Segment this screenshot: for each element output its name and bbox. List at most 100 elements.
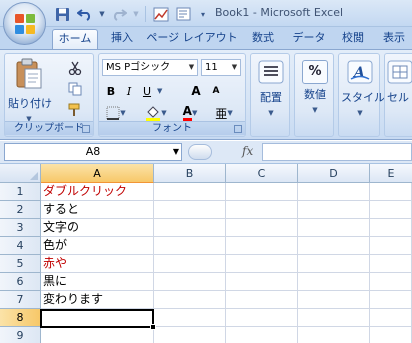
cell-d7[interactable] bbox=[298, 291, 370, 309]
row-header[interactable]: 8 bbox=[0, 309, 41, 327]
font-color-button[interactable]: A ▼ bbox=[175, 104, 205, 122]
cell-b9[interactable] bbox=[154, 327, 226, 343]
cell-e4[interactable] bbox=[370, 237, 412, 255]
shrink-font-button[interactable]: A bbox=[207, 82, 225, 100]
cells-button[interactable]: セル bbox=[387, 60, 412, 105]
office-button[interactable] bbox=[3, 2, 46, 45]
row-header[interactable]: 7 bbox=[0, 291, 41, 309]
cell-a2[interactable]: すると bbox=[41, 201, 154, 219]
row-header[interactable]: 9 bbox=[0, 327, 41, 343]
cell-d8[interactable] bbox=[298, 309, 370, 327]
form-icon[interactable] bbox=[174, 5, 194, 23]
tab-formulas[interactable]: 数式 bbox=[244, 29, 282, 49]
alignment-button[interactable]: 配置 ▼ bbox=[253, 60, 289, 118]
paste-button[interactable]: 貼り付け ▼ bbox=[8, 58, 52, 124]
tab-home[interactable]: ホーム bbox=[52, 29, 98, 49]
cell-d4[interactable] bbox=[298, 237, 370, 255]
cell-c5[interactable] bbox=[226, 255, 298, 273]
undo-icon[interactable] bbox=[75, 5, 95, 23]
borders-button[interactable]: ▼ bbox=[103, 104, 129, 122]
dialog-launcher-icon[interactable] bbox=[234, 125, 242, 133]
grow-font-button[interactable]: A bbox=[187, 82, 205, 100]
column-header-c[interactable]: C bbox=[226, 164, 298, 183]
customize-dropdown-icon[interactable]: ▾ bbox=[197, 5, 209, 23]
cell-b8[interactable] bbox=[154, 309, 226, 327]
phonetic-button[interactable]: 亜 ▼ bbox=[211, 104, 237, 122]
formula-bar-resize-handle[interactable] bbox=[188, 144, 212, 160]
copy-button[interactable] bbox=[65, 80, 85, 98]
row-header[interactable]: 1 bbox=[0, 183, 41, 201]
cell-a5[interactable]: 赤や bbox=[41, 255, 154, 273]
column-header-a[interactable]: A bbox=[41, 164, 154, 183]
cell-b2[interactable] bbox=[154, 201, 226, 219]
tab-data[interactable]: データ bbox=[288, 29, 330, 49]
cell-b6[interactable] bbox=[154, 273, 226, 291]
style-button[interactable]: A スタイル ▼ bbox=[341, 60, 385, 118]
tab-insert[interactable]: 挿入 bbox=[104, 29, 140, 49]
chevron-down-icon[interactable]: ▼ bbox=[98, 5, 106, 23]
cell-e3[interactable] bbox=[370, 219, 412, 237]
cell-a3[interactable]: 文字の bbox=[41, 219, 154, 237]
cell-a7[interactable]: 変わります bbox=[41, 291, 154, 309]
cell-e8[interactable] bbox=[370, 309, 412, 327]
name-box[interactable]: A8 ▼ bbox=[4, 143, 182, 161]
italic-button[interactable]: I bbox=[121, 82, 137, 100]
column-header-b[interactable]: B bbox=[154, 164, 226, 183]
cell-e7[interactable] bbox=[370, 291, 412, 309]
underline-button[interactable]: U bbox=[139, 82, 155, 100]
column-header-d[interactable]: D bbox=[298, 164, 370, 183]
cell-c9[interactable] bbox=[226, 327, 298, 343]
cell-c2[interactable] bbox=[226, 201, 298, 219]
insert-function-icon[interactable]: fx bbox=[242, 144, 253, 158]
tab-review[interactable]: 校閲 bbox=[336, 29, 370, 49]
cell-d9[interactable] bbox=[298, 327, 370, 343]
cell-a6[interactable]: 黒に bbox=[41, 273, 154, 291]
cut-button[interactable] bbox=[65, 59, 85, 77]
cell-c6[interactable] bbox=[226, 273, 298, 291]
font-size-select[interactable]: 11 ▼ bbox=[201, 59, 241, 76]
cell-e2[interactable] bbox=[370, 201, 412, 219]
bold-button[interactable]: B bbox=[103, 82, 119, 100]
chevron-down-icon[interactable]: ▼ bbox=[173, 144, 179, 160]
cell-c4[interactable] bbox=[226, 237, 298, 255]
row-header[interactable]: 2 bbox=[0, 201, 41, 219]
cell-c7[interactable] bbox=[226, 291, 298, 309]
chevron-down-icon[interactable]: ▼ bbox=[132, 5, 140, 23]
row-header[interactable]: 5 bbox=[0, 255, 41, 273]
chart-icon[interactable] bbox=[151, 5, 171, 23]
cell-d3[interactable] bbox=[298, 219, 370, 237]
cell-d2[interactable] bbox=[298, 201, 370, 219]
select-all-button[interactable] bbox=[0, 164, 41, 183]
redo-icon[interactable] bbox=[109, 5, 129, 23]
cell-e6[interactable] bbox=[370, 273, 412, 291]
format-painter-button[interactable] bbox=[65, 101, 85, 119]
tab-page-layout[interactable]: ページ レイアウト bbox=[146, 29, 238, 49]
cell-d6[interactable] bbox=[298, 273, 370, 291]
cell-a1[interactable]: ダブルクリック bbox=[41, 183, 154, 201]
cell-b3[interactable] bbox=[154, 219, 226, 237]
font-name-select[interactable]: MS Pゴシック ▼ bbox=[102, 59, 198, 76]
row-header[interactable]: 3 bbox=[0, 219, 41, 237]
row-header[interactable]: 6 bbox=[0, 273, 41, 291]
cell-b1[interactable] bbox=[154, 183, 226, 201]
cell-d1[interactable] bbox=[298, 183, 370, 201]
dialog-launcher-icon[interactable] bbox=[82, 125, 90, 133]
number-button[interactable]: % 数値 ▼ bbox=[297, 60, 333, 115]
cell-b7[interactable] bbox=[154, 291, 226, 309]
cell-e9[interactable] bbox=[370, 327, 412, 343]
fill-color-button[interactable]: ▼ bbox=[141, 104, 171, 122]
cell-a9[interactable] bbox=[41, 327, 154, 343]
cell-b5[interactable] bbox=[154, 255, 226, 273]
formula-input[interactable] bbox=[262, 143, 412, 161]
tab-view[interactable]: 表示 bbox=[376, 29, 412, 49]
cell-c1[interactable] bbox=[226, 183, 298, 201]
cell-a4[interactable]: 色が bbox=[41, 237, 154, 255]
cell-d5[interactable] bbox=[298, 255, 370, 273]
cell-b4[interactable] bbox=[154, 237, 226, 255]
row-header[interactable]: 4 bbox=[0, 237, 41, 255]
fill-handle[interactable] bbox=[150, 324, 156, 330]
cell-e1[interactable] bbox=[370, 183, 412, 201]
cell-c3[interactable] bbox=[226, 219, 298, 237]
cell-c8[interactable] bbox=[226, 309, 298, 327]
cell-e5[interactable] bbox=[370, 255, 412, 273]
